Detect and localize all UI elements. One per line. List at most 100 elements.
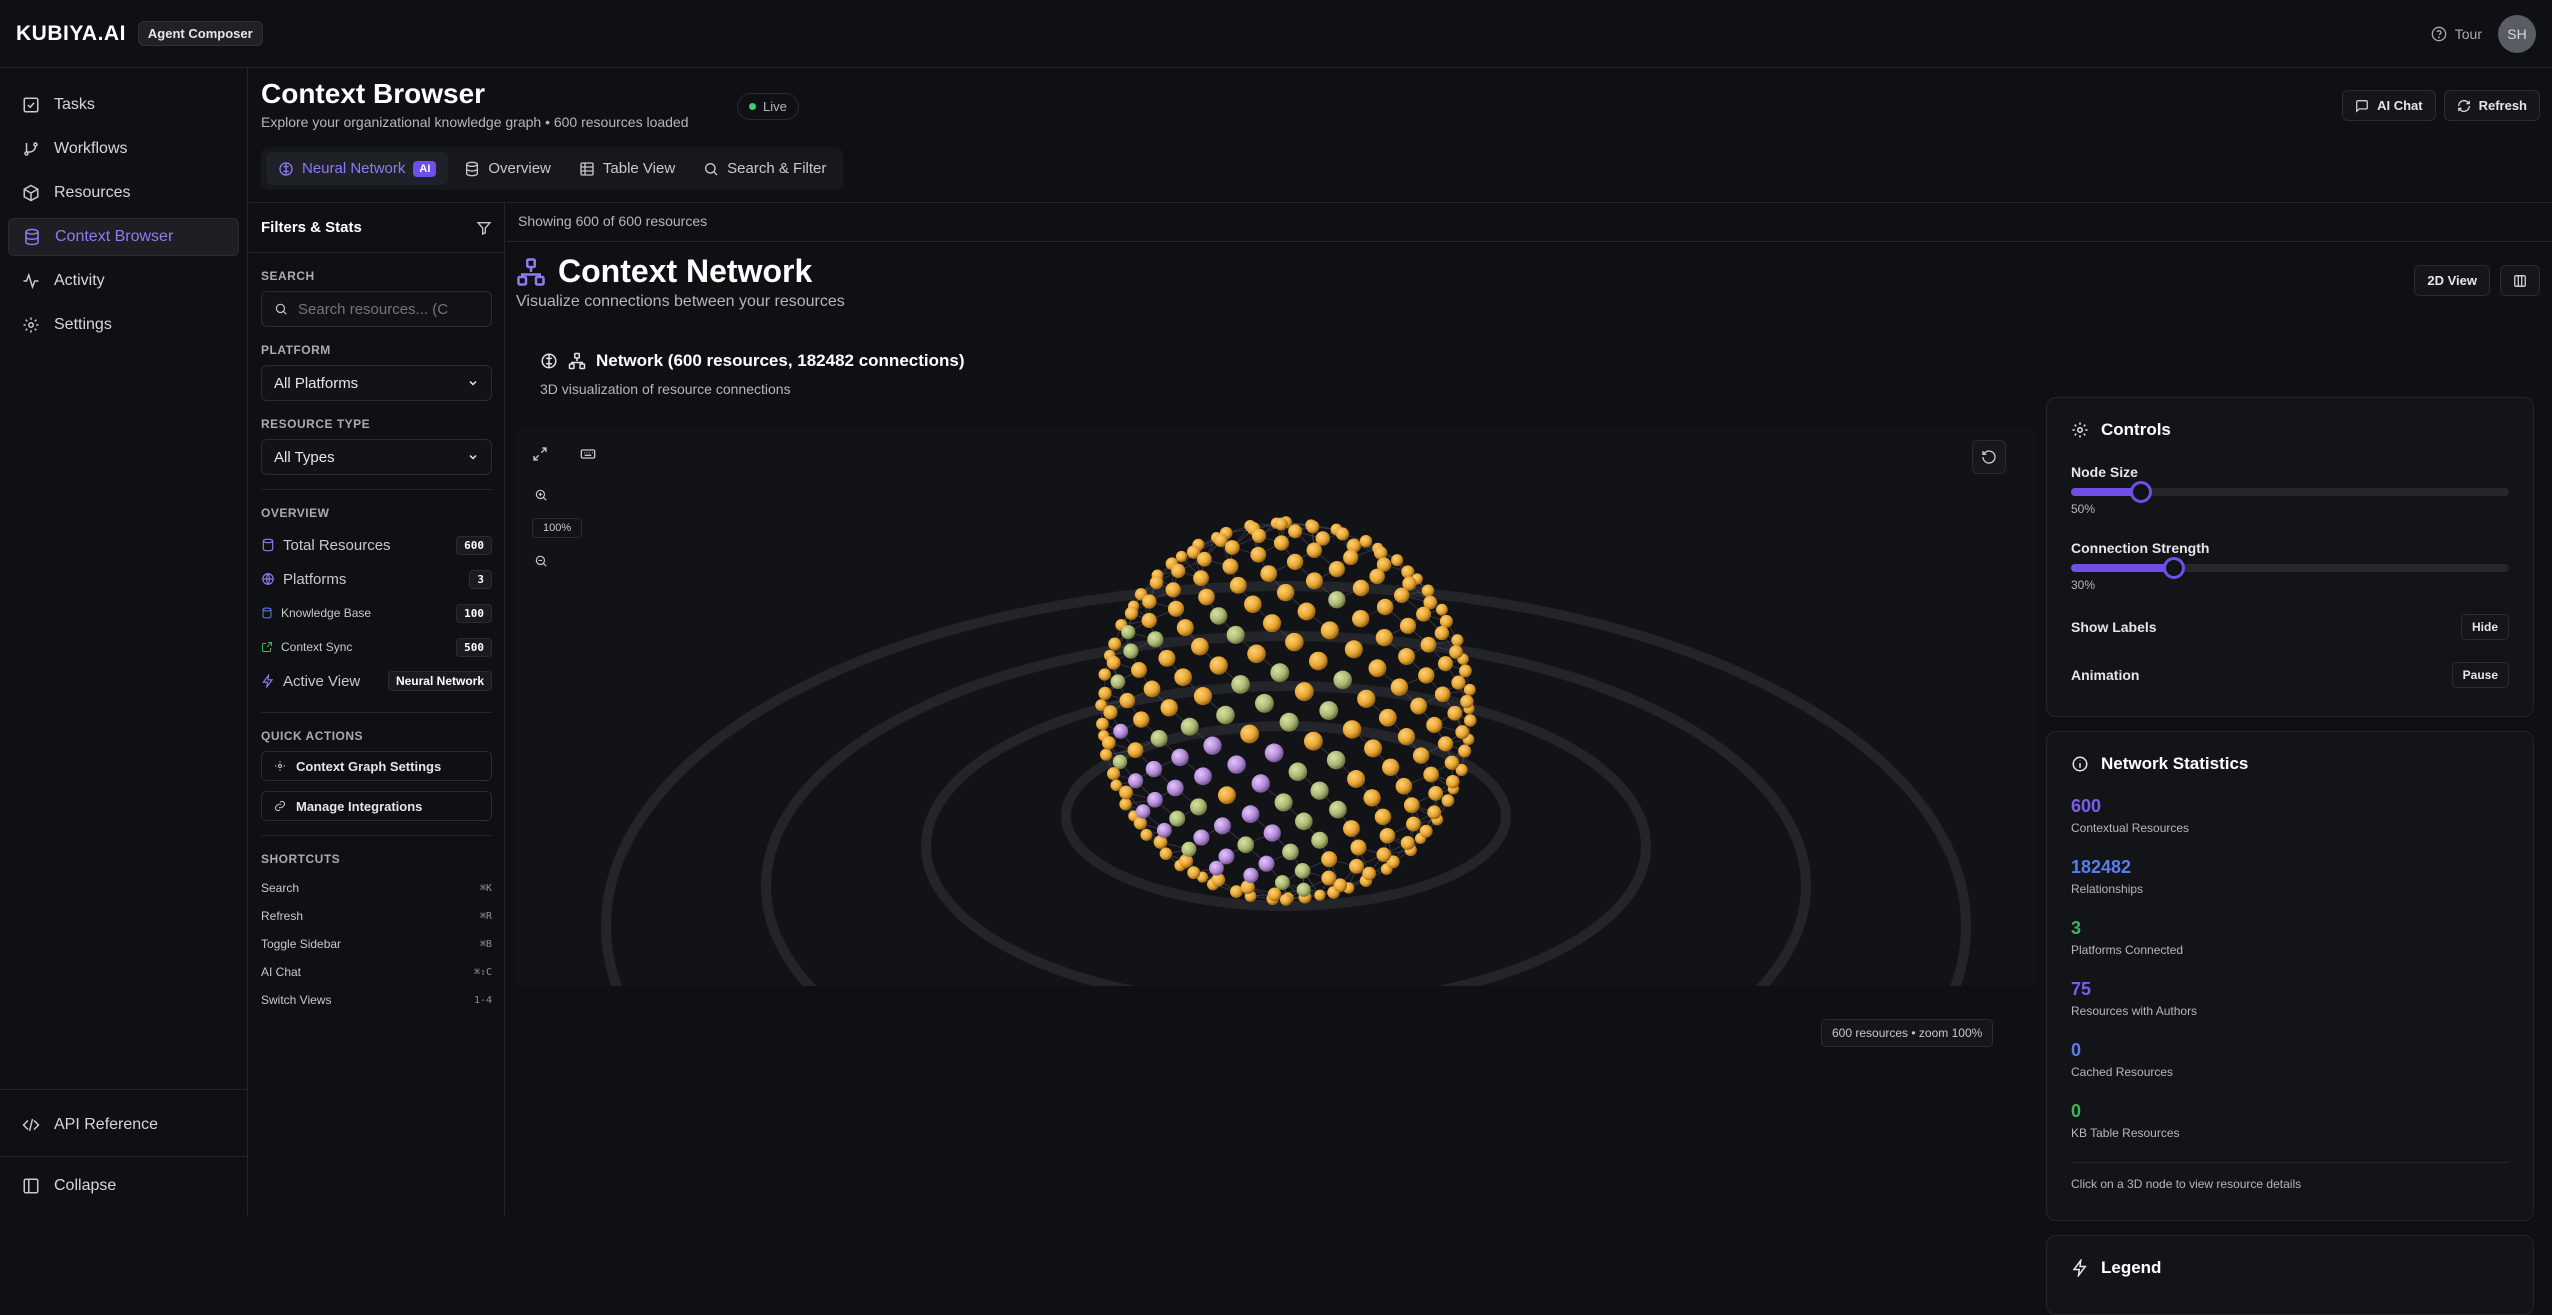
resource-node[interactable] <box>1438 736 1453 751</box>
resource-node[interactable] <box>1349 859 1364 874</box>
search-field[interactable] <box>261 291 492 327</box>
resource-node[interactable] <box>1181 842 1196 857</box>
tab-overview[interactable]: Overview <box>452 152 563 185</box>
zoom-out-button[interactable] <box>532 552 550 570</box>
resource-node[interactable] <box>1363 789 1380 806</box>
resource-node[interactable] <box>1455 725 1469 739</box>
resource-node[interactable] <box>1216 706 1235 725</box>
resource-node[interactable] <box>1398 648 1415 665</box>
tab-table-view[interactable]: Table View <box>567 152 687 185</box>
resource-node[interactable] <box>1111 674 1126 689</box>
resource-node[interactable] <box>1321 621 1339 639</box>
resource-node[interactable] <box>1136 804 1150 818</box>
resource-node[interactable] <box>1306 520 1319 533</box>
resource-node[interactable] <box>1191 638 1209 656</box>
resource-node[interactable] <box>1098 687 1111 700</box>
resource-node[interactable] <box>1181 718 1199 736</box>
resource-node[interactable] <box>1274 535 1289 550</box>
sidebar-item-settings[interactable]: Settings <box>8 306 239 344</box>
avatar[interactable]: SH <box>2498 15 2536 53</box>
resource-node[interactable] <box>1435 687 1451 703</box>
resource-node[interactable] <box>1230 577 1247 594</box>
zoom-in-button[interactable] <box>532 486 550 504</box>
resource-node[interactable] <box>1277 584 1294 601</box>
resource-node[interactable] <box>1147 792 1163 808</box>
resource-node[interactable] <box>1447 706 1462 721</box>
resource-node[interactable] <box>1237 836 1254 853</box>
resource-node[interactable] <box>1321 851 1337 867</box>
resource-node[interactable] <box>1436 604 1448 616</box>
resource-node[interactable] <box>1426 717 1442 733</box>
resource-node[interactable] <box>1329 801 1347 819</box>
resource-node[interactable] <box>1103 705 1117 719</box>
resource-node[interactable] <box>1255 694 1274 713</box>
resource-node[interactable] <box>1128 773 1143 788</box>
slider-thumb[interactable] <box>2163 557 2185 579</box>
resource-node[interactable] <box>1227 626 1245 644</box>
resource-node[interactable] <box>1435 626 1449 640</box>
resource-node[interactable] <box>1218 849 1234 865</box>
resource-node[interactable] <box>1100 749 1112 761</box>
resource-node[interactable] <box>1160 847 1173 860</box>
resource-node[interactable] <box>1406 817 1421 832</box>
sidebar-item-workflows[interactable]: Workflows <box>8 130 239 168</box>
filter-icon[interactable] <box>476 220 492 236</box>
resource-node[interactable] <box>1210 656 1228 674</box>
resource-node[interactable] <box>1250 547 1266 563</box>
resource-node[interactable] <box>1420 825 1433 838</box>
resource-node[interactable] <box>1396 778 1413 795</box>
network-graph[interactable] <box>516 426 2036 986</box>
resource-node[interactable] <box>1343 550 1358 565</box>
resource-node[interactable] <box>1174 668 1192 686</box>
resource-node[interactable] <box>1151 730 1168 747</box>
resource-node[interactable] <box>1310 782 1328 800</box>
resource-node[interactable] <box>1169 811 1185 827</box>
resource-node[interactable] <box>1343 720 1362 739</box>
resource-node[interactable] <box>1282 844 1299 861</box>
resource-node[interactable] <box>1227 755 1245 773</box>
connection-strength-slider[interactable] <box>2071 564 2509 572</box>
sidebar-item-tasks[interactable]: Tasks <box>8 86 239 124</box>
tab-search-filter[interactable]: Search & Filter <box>691 152 838 185</box>
resource-type-select[interactable]: All Types <box>261 439 492 475</box>
resource-node[interactable] <box>1198 589 1215 606</box>
resource-node[interactable] <box>1422 585 1434 597</box>
fullscreen-button[interactable] <box>528 442 552 466</box>
resource-node[interactable] <box>1259 856 1275 872</box>
resource-node[interactable] <box>1353 580 1369 596</box>
hide-labels-button[interactable]: Hide <box>2461 614 2509 640</box>
resource-node[interactable] <box>1225 540 1240 555</box>
brand-logo[interactable]: KUBIYA.AI <box>16 22 126 46</box>
resource-node[interactable] <box>1379 709 1397 727</box>
resource-node[interactable] <box>1380 828 1396 844</box>
resource-node[interactable] <box>1382 759 1399 776</box>
resource-node[interactable] <box>1352 610 1369 627</box>
2d-view-button[interactable]: 2D View <box>2414 265 2490 296</box>
resource-node[interactable] <box>1404 797 1420 813</box>
columns-toggle-button[interactable] <box>2500 265 2540 296</box>
resource-node[interactable] <box>1306 572 1323 589</box>
resource-node[interactable] <box>1328 591 1345 608</box>
resource-node[interactable] <box>1376 847 1391 862</box>
resource-node[interactable] <box>1150 576 1164 590</box>
resource-node[interactable] <box>1240 725 1259 744</box>
reset-view-button[interactable] <box>1972 440 2006 474</box>
resource-node[interactable] <box>1096 718 1109 731</box>
resource-node[interactable] <box>1194 687 1212 705</box>
pause-animation-button[interactable]: Pause <box>2452 662 2509 688</box>
resource-node[interactable] <box>1160 699 1177 716</box>
resource-node[interactable] <box>1107 767 1120 780</box>
resource-node[interactable] <box>1133 711 1149 727</box>
resource-node[interactable] <box>1099 668 1111 680</box>
resource-node[interactable] <box>1369 569 1384 584</box>
resource-node[interactable] <box>1427 805 1441 819</box>
resource-node[interactable] <box>1458 745 1471 758</box>
resource-node[interactable] <box>1193 570 1209 586</box>
refresh-button[interactable]: Refresh <box>2444 90 2540 121</box>
node-size-slider[interactable] <box>2071 488 2509 496</box>
resource-node[interactable] <box>1147 631 1163 647</box>
manage-integrations-button[interactable]: Manage Integrations <box>261 791 492 821</box>
resource-node[interactable] <box>1401 836 1415 850</box>
resource-node[interactable] <box>1321 871 1336 886</box>
keyboard-button[interactable] <box>576 442 600 466</box>
